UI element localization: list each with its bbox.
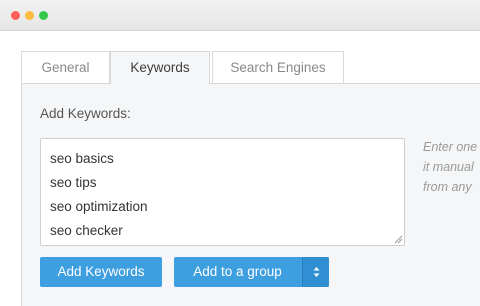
- updown-arrows-icon: [313, 267, 320, 277]
- keyword-line: seo tips: [50, 175, 97, 190]
- add-to-group-button[interactable]: Add to a group: [174, 257, 301, 287]
- tab-general[interactable]: General: [21, 51, 110, 83]
- hint-text-line: from any: [423, 180, 472, 194]
- group-dropdown-toggle[interactable]: [302, 257, 329, 287]
- hint-text-line: it manual: [423, 160, 474, 174]
- keyword-line: seo checker: [50, 223, 123, 238]
- tab-search-engines[interactable]: Search Engines: [212, 51, 344, 83]
- resize-grip-icon[interactable]: [394, 235, 403, 244]
- zoom-window-button[interactable]: [39, 11, 48, 20]
- tab-keywords[interactable]: Keywords: [110, 51, 210, 84]
- add-to-group-split-button: Add to a group: [174, 257, 329, 287]
- keyword-line: seo optimization: [50, 199, 148, 214]
- keyword-line: seo basics: [50, 151, 114, 166]
- add-keywords-button[interactable]: Add Keywords: [40, 257, 162, 287]
- title-bar: [0, 0, 480, 31]
- minimize-window-button[interactable]: [25, 11, 34, 20]
- add-keywords-label: Add Keywords:: [40, 106, 131, 121]
- close-window-button[interactable]: [11, 11, 20, 20]
- app-window: General Keywords Search Engines Add Keyw…: [0, 0, 480, 306]
- hint-text-line: Enter one: [423, 140, 478, 154]
